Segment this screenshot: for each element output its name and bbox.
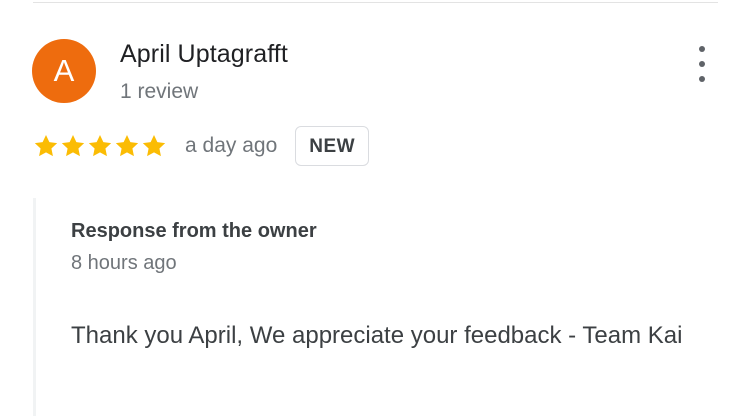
dot bbox=[699, 76, 705, 82]
dot bbox=[699, 46, 705, 52]
star-icon bbox=[115, 134, 139, 157]
review-count: 1 review bbox=[120, 80, 199, 103]
reviewer-avatar[interactable]: A bbox=[32, 39, 96, 103]
new-badge: NEW bbox=[295, 126, 370, 166]
owner-response: Response from the owner 8 hours ago Than… bbox=[33, 198, 726, 416]
more-vert-icon[interactable] bbox=[690, 46, 714, 82]
dot bbox=[699, 61, 705, 67]
reviewer-name[interactable]: April Uptagrafft bbox=[120, 40, 288, 69]
top-divider bbox=[33, 2, 718, 3]
star-icon bbox=[61, 134, 85, 157]
owner-response-title: Response from the owner bbox=[71, 220, 317, 242]
star-icon bbox=[34, 134, 58, 157]
star-icon bbox=[88, 134, 112, 157]
review-time: a day ago bbox=[185, 134, 278, 157]
owner-response-text: Thank you April, We appreciate your feed… bbox=[71, 322, 683, 349]
owner-response-time: 8 hours ago bbox=[71, 252, 177, 274]
star-rating bbox=[33, 133, 167, 159]
rating-row: a day ago NEW bbox=[33, 124, 370, 168]
star-icon bbox=[142, 134, 166, 157]
